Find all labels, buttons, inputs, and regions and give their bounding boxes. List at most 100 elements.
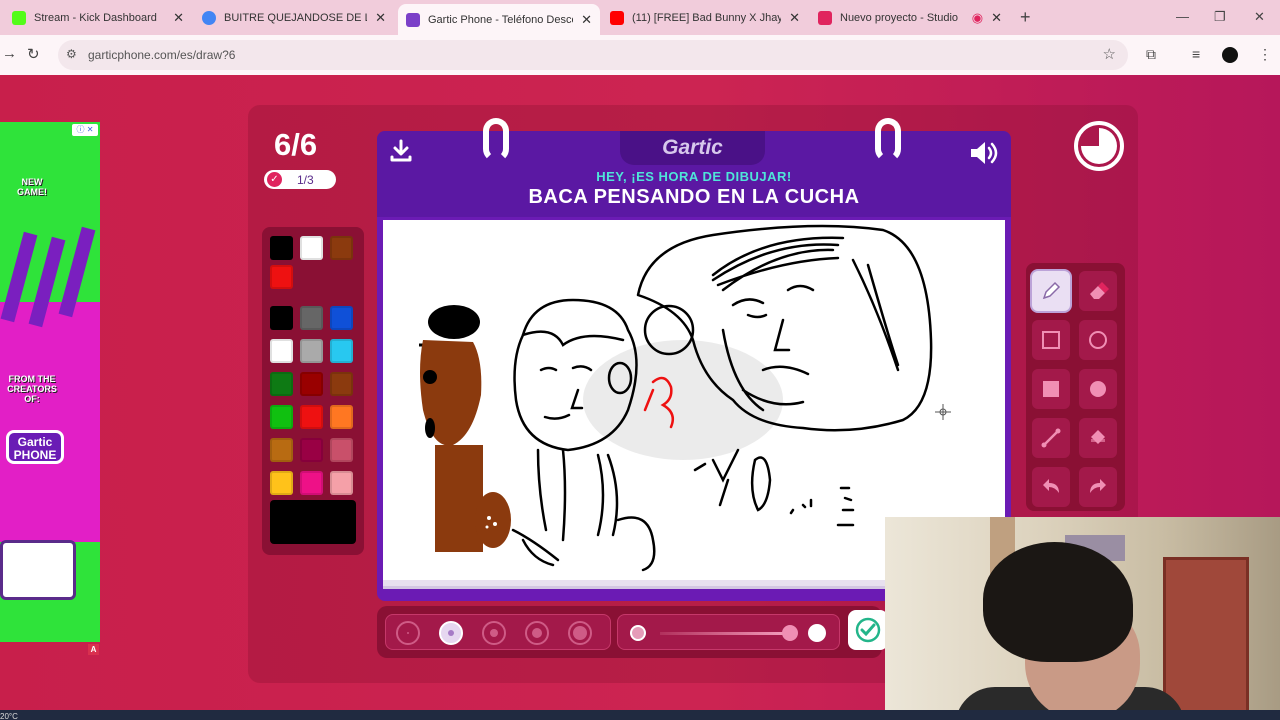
ellipse-filled-tool[interactable] <box>1079 369 1117 409</box>
color-swatch[interactable] <box>300 372 323 396</box>
color-swatch[interactable] <box>300 438 323 462</box>
rectangle-outline-tool[interactable] <box>1032 320 1070 360</box>
redo-icon <box>1090 479 1106 493</box>
brush-size-2[interactable] <box>439 621 463 645</box>
reload-icon[interactable]: ↻ <box>27 45 40 63</box>
ad-character-card <box>0 540 76 600</box>
color-swatch[interactable] <box>300 405 323 429</box>
players-done-count: 1/3 <box>297 172 314 187</box>
color-swatch[interactable] <box>270 405 293 429</box>
fill-bucket-tool[interactable] <box>1079 418 1117 458</box>
timer-icon <box>1074 121 1124 171</box>
brush-size-5[interactable] <box>568 621 592 645</box>
close-window-icon[interactable]: ✕ <box>1254 9 1265 25</box>
download-icon[interactable] <box>389 139 413 163</box>
opacity-min-icon <box>630 625 646 641</box>
drawing-prompt: BACA PENSANDO EN LA CUCHA <box>528 186 860 208</box>
menu-icon[interactable]: ⋮ <box>1258 46 1272 63</box>
restore-icon[interactable]: ❐ <box>1214 9 1226 25</box>
color-swatch[interactable] <box>270 438 293 462</box>
ellipse-outline-tool[interactable] <box>1079 320 1117 360</box>
tools-panel <box>1026 263 1125 511</box>
ellipse-outline-icon <box>1089 331 1107 349</box>
eraser-tool[interactable] <box>1079 271 1117 311</box>
ad-banner[interactable]: NEW GAME! FROM THE CREATORS OF: Gartic P… <box>0 122 100 642</box>
close-tab-icon[interactable]: ✕ <box>789 10 800 26</box>
color-swatch[interactable] <box>330 236 353 260</box>
minimize-icon[interactable]: — <box>1176 9 1189 24</box>
rectangle-filled-icon <box>1043 381 1059 397</box>
brush-size-1[interactable] <box>396 621 420 645</box>
ad-choices-icon[interactable]: ⓘ ✕ <box>72 124 98 136</box>
tab-gartic-phone[interactable]: Gartic Phone - Teléfono Descon ✕ <box>398 4 600 35</box>
fill-bucket-icon <box>1091 430 1105 444</box>
color-swatch[interactable] <box>330 471 353 495</box>
color-swatch[interactable] <box>330 339 353 363</box>
color-swatch[interactable] <box>300 339 323 363</box>
color-swatch[interactable] <box>270 372 293 396</box>
tab-studio[interactable]: Nuevo proyecto - Studio ◉ ✕ <box>810 4 1010 31</box>
tab-youtube[interactable]: (11) [FREE] Bad Bunny X Jhay C ✕ <box>602 4 808 31</box>
done-button[interactable] <box>848 610 888 650</box>
opacity-max-icon <box>808 624 826 642</box>
color-swatch[interactable] <box>300 471 323 495</box>
ad-marker-icon: A <box>88 644 99 655</box>
brush-size-3[interactable] <box>482 621 506 645</box>
tab-title: Gartic Phone - Teléfono Descon <box>428 13 574 26</box>
youtube-favicon-icon <box>610 10 624 25</box>
taskbar <box>0 710 1280 720</box>
webcam-person-hair <box>983 542 1133 662</box>
media-control-icon[interactable]: ≡ <box>1192 46 1200 62</box>
binder-ring <box>483 118 509 162</box>
browser-tab-bar: Stream - Kick Dashboard ✕ BUITRE QUEJAND… <box>0 0 1280 35</box>
close-tab-icon[interactable]: ✕ <box>173 10 184 26</box>
undo-tool[interactable] <box>1032 467 1070 507</box>
extensions-icon[interactable]: ⧉ <box>1146 46 1156 63</box>
opacity-track[interactable] <box>660 632 790 635</box>
opacity-thumb[interactable] <box>782 625 798 641</box>
site-info-icon[interactable]: ⚙ <box>66 47 77 61</box>
close-tab-icon[interactable]: ✕ <box>375 10 386 26</box>
color-swatch[interactable] <box>330 372 353 396</box>
close-tab-icon[interactable]: ✕ <box>581 12 592 28</box>
color-swatch[interactable] <box>270 471 293 495</box>
tab-buitre[interactable]: BUITRE QUEJANDOSE DE LA SE ✕ <box>194 4 394 31</box>
brown-figure-drawing <box>419 305 511 552</box>
brush-options-bar <box>377 606 888 658</box>
draw-subtitle: HEY, ¡ES HORA DE DIBUJAR! <box>596 169 792 184</box>
color-swatch[interactable] <box>300 236 323 260</box>
line-tool[interactable] <box>1032 418 1070 458</box>
ellipse-filled-icon <box>1090 381 1106 397</box>
color-swatch[interactable] <box>330 405 353 429</box>
eraser-icon <box>1090 282 1109 299</box>
bookmark-star-icon[interactable]: ☆ <box>1103 45 1116 63</box>
profile-avatar[interactable] <box>1222 47 1238 63</box>
gartic-logo: Gartic <box>620 131 765 165</box>
redo-tool[interactable] <box>1079 467 1117 507</box>
tab-title: Stream - Kick Dashboard <box>34 11 157 24</box>
close-tab-icon[interactable]: ✕ <box>991 10 1002 26</box>
tab-kick-dashboard[interactable]: Stream - Kick Dashboard ✕ <box>4 4 192 31</box>
brush-size-4[interactable] <box>525 621 549 645</box>
color-swatch[interactable] <box>270 236 293 260</box>
color-swatch[interactable] <box>270 339 293 363</box>
undo-icon <box>1043 479 1059 493</box>
color-swatch[interactable] <box>300 306 323 330</box>
omnibox[interactable]: ⚙ garticphone.com/es/draw?6 ☆ <box>58 40 1128 70</box>
opacity-slider[interactable] <box>617 614 840 650</box>
rectangle-outline-icon <box>1042 331 1060 349</box>
new-tab-icon[interactable]: + <box>1020 7 1031 28</box>
color-swatch[interactable] <box>330 306 353 330</box>
pencil-tool[interactable] <box>1032 271 1070 311</box>
color-swatch[interactable] <box>330 438 353 462</box>
check-icon: ✓ <box>267 172 282 187</box>
address-bar-row: → ↻ ⚙ garticphone.com/es/draw?6 ☆ ⧉ ≡ ⋮ <box>0 35 1280 75</box>
url-text[interactable]: garticphone.com/es/draw?6 <box>88 48 235 62</box>
pencil-icon <box>1042 281 1061 300</box>
color-swatch[interactable] <box>270 265 293 289</box>
volume-icon[interactable] <box>969 139 999 167</box>
forward-icon[interactable]: → <box>2 45 17 62</box>
studio-favicon-icon <box>818 10 832 25</box>
color-swatch[interactable] <box>270 306 293 330</box>
rectangle-filled-tool[interactable] <box>1032 369 1070 409</box>
